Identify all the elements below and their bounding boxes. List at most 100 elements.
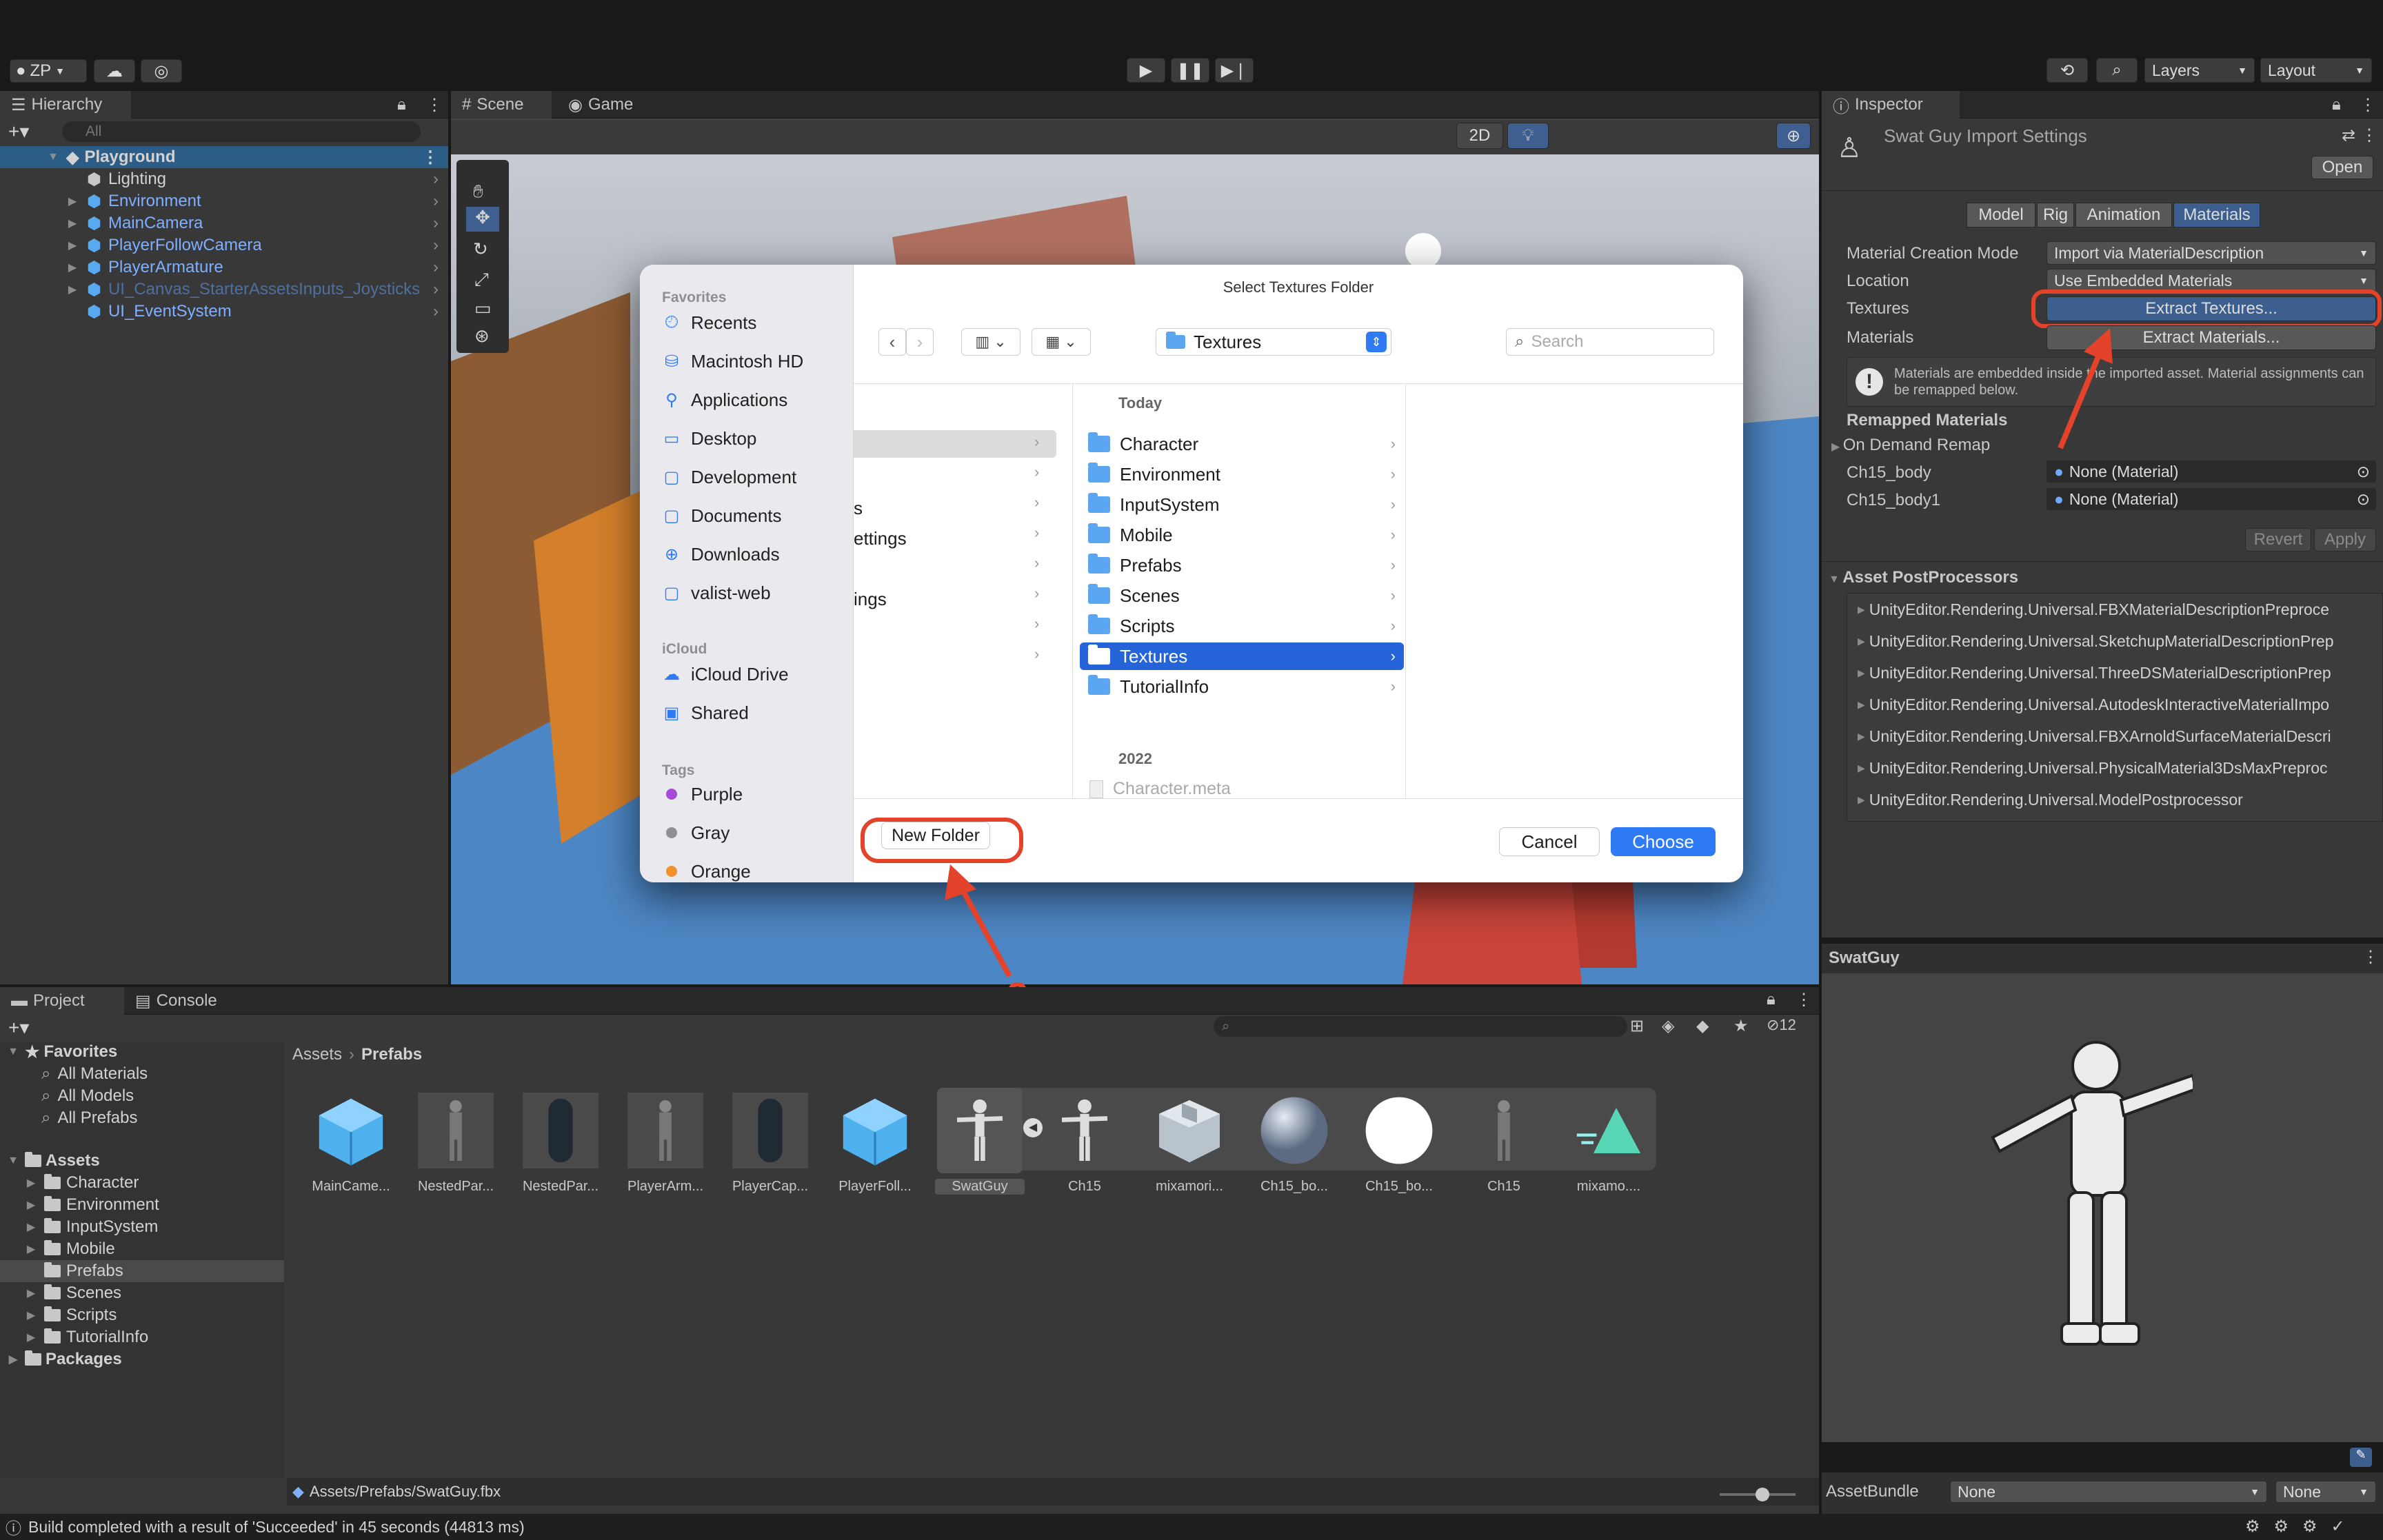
assetbundle-variant-dropdown[interactable]: None ▼ (2275, 1481, 2376, 1503)
account-dropdown[interactable]: ● ZP ▼ (10, 59, 87, 83)
asset-tile[interactable]: Ch15 (1040, 1088, 1129, 1195)
search-by-type-icon[interactable]: ⊞ (1630, 1016, 1644, 1036)
view-grid-button[interactable]: ▦ ⌄ (1032, 328, 1091, 356)
folder-row[interactable]: InputSystem › (1080, 491, 1404, 518)
collab-button[interactable]: ◎ (141, 59, 182, 83)
layers-dropdown[interactable]: Layers ▼ (2144, 58, 2255, 83)
folder-row[interactable]: Scripts › (1080, 612, 1404, 640)
folder-row[interactable]: Prefabs › (1080, 551, 1404, 579)
view-columns-button[interactable]: ▥ ⌄ (961, 328, 1020, 356)
left-column-item[interactable]: ings (854, 589, 887, 610)
postprocessor-item[interactable]: ▶ UnityEditor.Rendering.Universal.FBXArno… (1858, 725, 2379, 747)
hierarchy-item[interactable]: ▶ ⬢ PlayerArmature › (0, 256, 448, 278)
play-button[interactable]: ▶ (1127, 58, 1165, 83)
tab-game[interactable]: ◉ Game (557, 91, 654, 119)
on-demand-remap-foldout[interactable]: ▶ On Demand Remap (1831, 436, 1990, 455)
object-picker-icon[interactable]: ⊙ (2357, 463, 2370, 481)
project-folder-item[interactable]: ▶ Mobile (0, 1238, 284, 1260)
2d-toggle[interactable]: 2D (1456, 123, 1503, 149)
breadcrumb-prefabs[interactable]: Prefabs (361, 1045, 422, 1064)
sidebar-item[interactable]: 🕘︎ Recents (662, 307, 757, 338)
cloud-button[interactable]: ☁ (94, 59, 135, 83)
status-icons[interactable]: ⚙⚙⚙✓ (2245, 1517, 2359, 1537)
move-tool-icon[interactable]: ✥ (466, 207, 499, 232)
asset-tile[interactable]: NestedPar... (411, 1088, 501, 1195)
rect-tool-icon[interactable]: ▭ (474, 298, 492, 319)
project-menu-icon[interactable]: ⋮ (1796, 990, 1812, 1010)
favorite-star-icon[interactable]: ★ (1733, 1016, 1749, 1036)
asset-postprocessors-header[interactable]: ▼ Asset PostProcessors (1829, 568, 2018, 587)
postprocessor-item[interactable]: ▶ UnityEditor.Rendering.Universal.ThreeDS… (1858, 662, 2379, 684)
hierarchy-item[interactable]: ⬢ Lighting › (0, 168, 448, 190)
sidebar-item[interactable]: ▭ Desktop (662, 423, 757, 454)
inspector-more-icon[interactable]: ⋮ (2361, 125, 2377, 145)
assets-tree-header[interactable]: ▼ Assets (6, 1150, 100, 1172)
postprocessor-item[interactable]: ▶ UnityEditor.Rendering.Universal.FBXMate… (1858, 598, 2379, 620)
asset-tile[interactable]: NestedPar... (516, 1088, 605, 1195)
import-tab[interactable]: Rig (2037, 203, 2074, 227)
search-field[interactable]: ⌕ Search (1506, 328, 1714, 356)
tag-item[interactable]: Orange (662, 856, 751, 882)
project-folder-item[interactable]: ▶ Environment (0, 1194, 284, 1216)
choose-button[interactable]: Choose (1611, 827, 1716, 856)
tab-scene[interactable]: # Scene (451, 91, 552, 119)
hierarchy-item[interactable]: ▶ ⬢ UI_Canvas_StarterAssetsInputs_Joystick… (0, 278, 448, 301)
preview-menu-icon[interactable]: ⋮ (2362, 947, 2379, 967)
folder-row[interactable]: Scenes › (1080, 582, 1404, 609)
sidebar-item[interactable]: ⚲ Applications (662, 385, 787, 415)
lighting-toggle[interactable]: 💡︎ (1507, 123, 1549, 149)
pause-button[interactable]: ❚❚ (1171, 58, 1209, 83)
sidebar-item[interactable]: ▢ Documents (662, 500, 782, 531)
postprocessor-item[interactable]: ▶ UnityEditor.Rendering.Universal.Sketchu… (1858, 630, 2379, 652)
project-folder-item[interactable]: ▶ Character (0, 1172, 284, 1194)
asset-tile[interactable]: Ch15_bo... (1249, 1088, 1339, 1195)
asset-tile[interactable]: PlayerArm... (621, 1088, 710, 1195)
zoom-slider-handle[interactable] (1756, 1488, 1769, 1501)
postprocessor-item[interactable]: ▶ UnityEditor.Rendering.Universal.Autodes… (1858, 693, 2379, 716)
material-object-field[interactable]: ● None (Material) ⊙ (2047, 460, 2376, 483)
search-by-label-icon[interactable]: ◈ (1662, 1016, 1674, 1036)
postprocessor-item[interactable]: ▶ UnityEditor.Rendering.Universal.ModelPo… (1858, 789, 2379, 811)
favorite-search-item[interactable]: ⌕ All Prefabs (41, 1107, 138, 1129)
hierarchy-item[interactable]: ⬢ UI_EventSystem › (0, 301, 448, 323)
asset-tile[interactable]: SwatGuy ◀ (935, 1088, 1043, 1195)
asset-tile[interactable]: mixamori... (1145, 1088, 1234, 1195)
hierarchy-search-input[interactable]: All (62, 121, 421, 142)
apply-button[interactable]: Apply (2314, 528, 2376, 551)
cancel-button[interactable]: Cancel (1499, 827, 1600, 856)
project-folder-item[interactable]: ▶ InputSystem (0, 1216, 284, 1238)
transform-tool-icon[interactable]: ⊛ (474, 325, 490, 347)
asset-tile[interactable]: Ch15 (1459, 1088, 1549, 1195)
inspector-lock-icon[interactable]: 🔒︎ (2332, 95, 2341, 114)
inspector-menu-icon[interactable]: ⋮ (2360, 95, 2376, 115)
preview-tag-icon[interactable]: ✎ (2350, 1448, 2372, 1467)
revert-button[interactable]: Revert (2245, 528, 2311, 551)
object-picker-icon[interactable]: ⊙ (2357, 490, 2370, 509)
hierarchy-lock-icon[interactable]: 🔒︎ (397, 95, 406, 114)
asset-tile[interactable]: PlayerCap... (725, 1088, 815, 1195)
project-folder-item[interactable]: ▶ Scripts (0, 1304, 284, 1326)
favorite-search-item[interactable]: ⌕ All Materials (41, 1063, 148, 1085)
hierarchy-item[interactable]: ▶ ⬢ MainCamera › (0, 212, 448, 234)
tag-item[interactable]: Gray (662, 818, 730, 848)
gizmos-toggle[interactable]: ⊕ (1776, 123, 1811, 149)
sidebar-item[interactable]: ☁ iCloud Drive (662, 659, 789, 689)
rotate-tool-icon[interactable]: ↻ (473, 239, 488, 260)
layout-dropdown[interactable]: Layout ▼ (2260, 58, 2372, 83)
open-button[interactable]: Open (2311, 156, 2373, 179)
hierarchy-add-button[interactable]: +▾ (8, 120, 29, 143)
hidden-packages-toggle[interactable]: ⊘12 (1767, 1016, 1796, 1034)
left-column-selected-row[interactable] (854, 430, 1056, 458)
sidebar-item[interactable]: ⛁ Macintosh HD (662, 346, 803, 376)
project-folder-item[interactable]: Prefabs (0, 1260, 284, 1282)
tab-project[interactable]: ▬ Project (0, 987, 124, 1015)
project-add-button[interactable]: +▾ (8, 1016, 29, 1039)
search-button[interactable]: ⌕ (2096, 58, 2138, 83)
inspector-settings-icon[interactable]: ⇄ (2342, 125, 2355, 145)
folder-row[interactable]: Mobile › (1080, 521, 1404, 549)
tab-console[interactable]: ▤ Console (124, 987, 245, 1015)
back-button[interactable]: ‹ (878, 328, 906, 356)
hierarchy-item[interactable]: ▶ ⬢ Environment › (0, 190, 448, 212)
hierarchy-scene-row[interactable]: ▼ ◆ Playground ⋮ (0, 146, 448, 168)
tab-hierarchy[interactable]: ☰ Hierarchy (0, 91, 131, 119)
